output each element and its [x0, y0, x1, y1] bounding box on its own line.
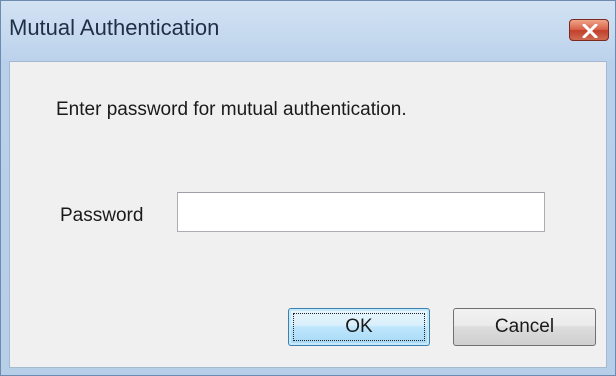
close-icon [582, 24, 598, 38]
password-label: Password [60, 205, 144, 226]
dialog-body: Enter password for mutual authentication… [9, 61, 607, 368]
title-bar[interactable]: Mutual Authentication [1, 1, 615, 61]
ok-button-label: OK [345, 316, 373, 337]
password-field[interactable] [177, 192, 545, 232]
close-button[interactable] [569, 19, 609, 41]
ok-button[interactable]: OK [288, 308, 430, 346]
window-title: Mutual Authentication [9, 15, 220, 40]
cancel-button[interactable]: Cancel [453, 308, 596, 346]
instruction-text: Enter password for mutual authentication… [56, 99, 407, 120]
mutual-authentication-dialog: Mutual Authentication Enter password for… [0, 0, 616, 376]
